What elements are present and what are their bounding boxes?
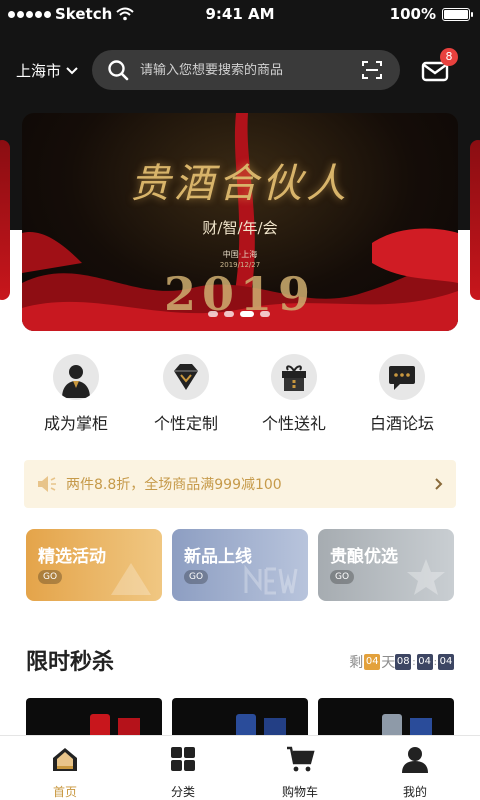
search-row: 上海市 8 (0, 48, 480, 92)
mail-badge: 8 (440, 48, 458, 66)
scan-icon[interactable] (360, 58, 384, 82)
countdown-days: 04 (364, 654, 381, 670)
category-icon (171, 747, 195, 771)
tab-category[interactable]: 分类 (123, 744, 243, 800)
banner-carousel[interactable]: 贵酒合伙人 财/智/年/会 中国·上海 2019/12/27 2019 (22, 113, 458, 331)
go-button[interactable]: GO (38, 570, 62, 584)
promo-card-premium-picks[interactable]: 贵酿优选 GO (318, 529, 454, 601)
pager-dot[interactable] (224, 311, 234, 317)
entry-label: 成为掌柜 (43, 414, 108, 433)
pager-dot[interactable] (240, 311, 254, 317)
pager-dot[interactable] (260, 311, 270, 317)
tab-profile[interactable]: 我的 (355, 744, 475, 800)
city-label: 上海市 (16, 62, 62, 80)
search-icon[interactable] (106, 58, 130, 82)
countdown-remaining-label: 剩 (349, 655, 364, 671)
chevron-down-icon (66, 66, 78, 74)
entry-label: 个性定制 (153, 414, 218, 433)
countdown-seconds: 04 (438, 654, 454, 670)
battery-percent: 100% (389, 5, 436, 23)
entry-label: 白酒论坛 (369, 414, 434, 433)
banner-title: 贵酒合伙人 (130, 161, 350, 207)
entry-liquor-forum[interactable]: 白酒论坛 (352, 354, 452, 434)
carousel-pager (208, 311, 270, 317)
flash-sale-title: 限时秒杀 (26, 650, 115, 675)
shopkeeper-icon (53, 354, 99, 400)
gift-icon (271, 354, 317, 400)
entry-label: 个性送礼 (261, 414, 326, 433)
tab-label: 首页 (52, 785, 77, 799)
carousel-next-card[interactable] (470, 140, 480, 300)
triangle-decoration-icon (111, 563, 151, 595)
go-button[interactable]: GO (330, 570, 354, 584)
forum-chat-icon (379, 354, 425, 400)
speaker-icon (38, 476, 56, 492)
promo-card-selected-events[interactable]: 精选活动 GO (26, 529, 162, 601)
banner-subtitle: 财/智/年/会 (202, 219, 278, 237)
tab-label: 我的 (402, 785, 427, 799)
bottom-tab-bar: 首页 分类 购物车 我的 (0, 735, 480, 800)
search-bar[interactable] (92, 50, 400, 90)
promo-title: 新品上线 (184, 547, 252, 567)
notice-text: 两件8.8折，全场商品满999减100 (66, 477, 282, 493)
countdown-days-label: 天 (381, 655, 396, 671)
pager-dot[interactable] (208, 311, 218, 317)
promo-title: 精选活动 (38, 547, 106, 567)
status-bar: Sketch 9:41 AM 100% (0, 0, 480, 28)
carousel-prev-card[interactable] (0, 140, 10, 300)
entry-gift[interactable]: 个性送礼 (244, 354, 344, 434)
promo-card-new-arrivals[interactable]: 新品上线 GO (172, 529, 308, 601)
promo-title: 贵酿优选 (330, 547, 398, 567)
home-icon (53, 748, 77, 771)
quick-entry-grid: 成为掌柜 个性定制 个性送礼 白酒论坛 (0, 354, 480, 434)
tab-label: 购物车 (281, 785, 318, 799)
cart-icon (287, 746, 315, 772)
countdown-hours: 08 (395, 654, 412, 670)
tab-home[interactable]: 首页 (5, 744, 125, 800)
promo-notice-bar[interactable]: 两件8.8折，全场商品满999减100 (24, 460, 456, 508)
countdown-separator: : (412, 656, 416, 668)
countdown-separator: : (433, 656, 437, 668)
search-input[interactable] (140, 62, 360, 78)
entry-become-shopkeeper[interactable]: 成为掌柜 (26, 354, 126, 434)
profile-icon (402, 747, 428, 773)
go-button[interactable]: GO (184, 570, 208, 584)
battery-icon (442, 7, 473, 21)
city-selector[interactable]: 上海市 (16, 60, 79, 81)
custom-gem-icon (163, 354, 209, 400)
countdown-minutes: 04 (416, 654, 433, 670)
tab-cart[interactable]: 购物车 (240, 744, 360, 800)
flash-sale-countdown: 剩 04 天 08 : 04 : 04 (349, 652, 454, 672)
chevron-right-icon (435, 478, 443, 490)
star-decoration-icon (407, 559, 445, 595)
entry-custom[interactable]: 个性定制 (136, 354, 236, 434)
banner-location: 中国·上海 (222, 250, 258, 259)
tab-label: 分类 (170, 785, 195, 799)
